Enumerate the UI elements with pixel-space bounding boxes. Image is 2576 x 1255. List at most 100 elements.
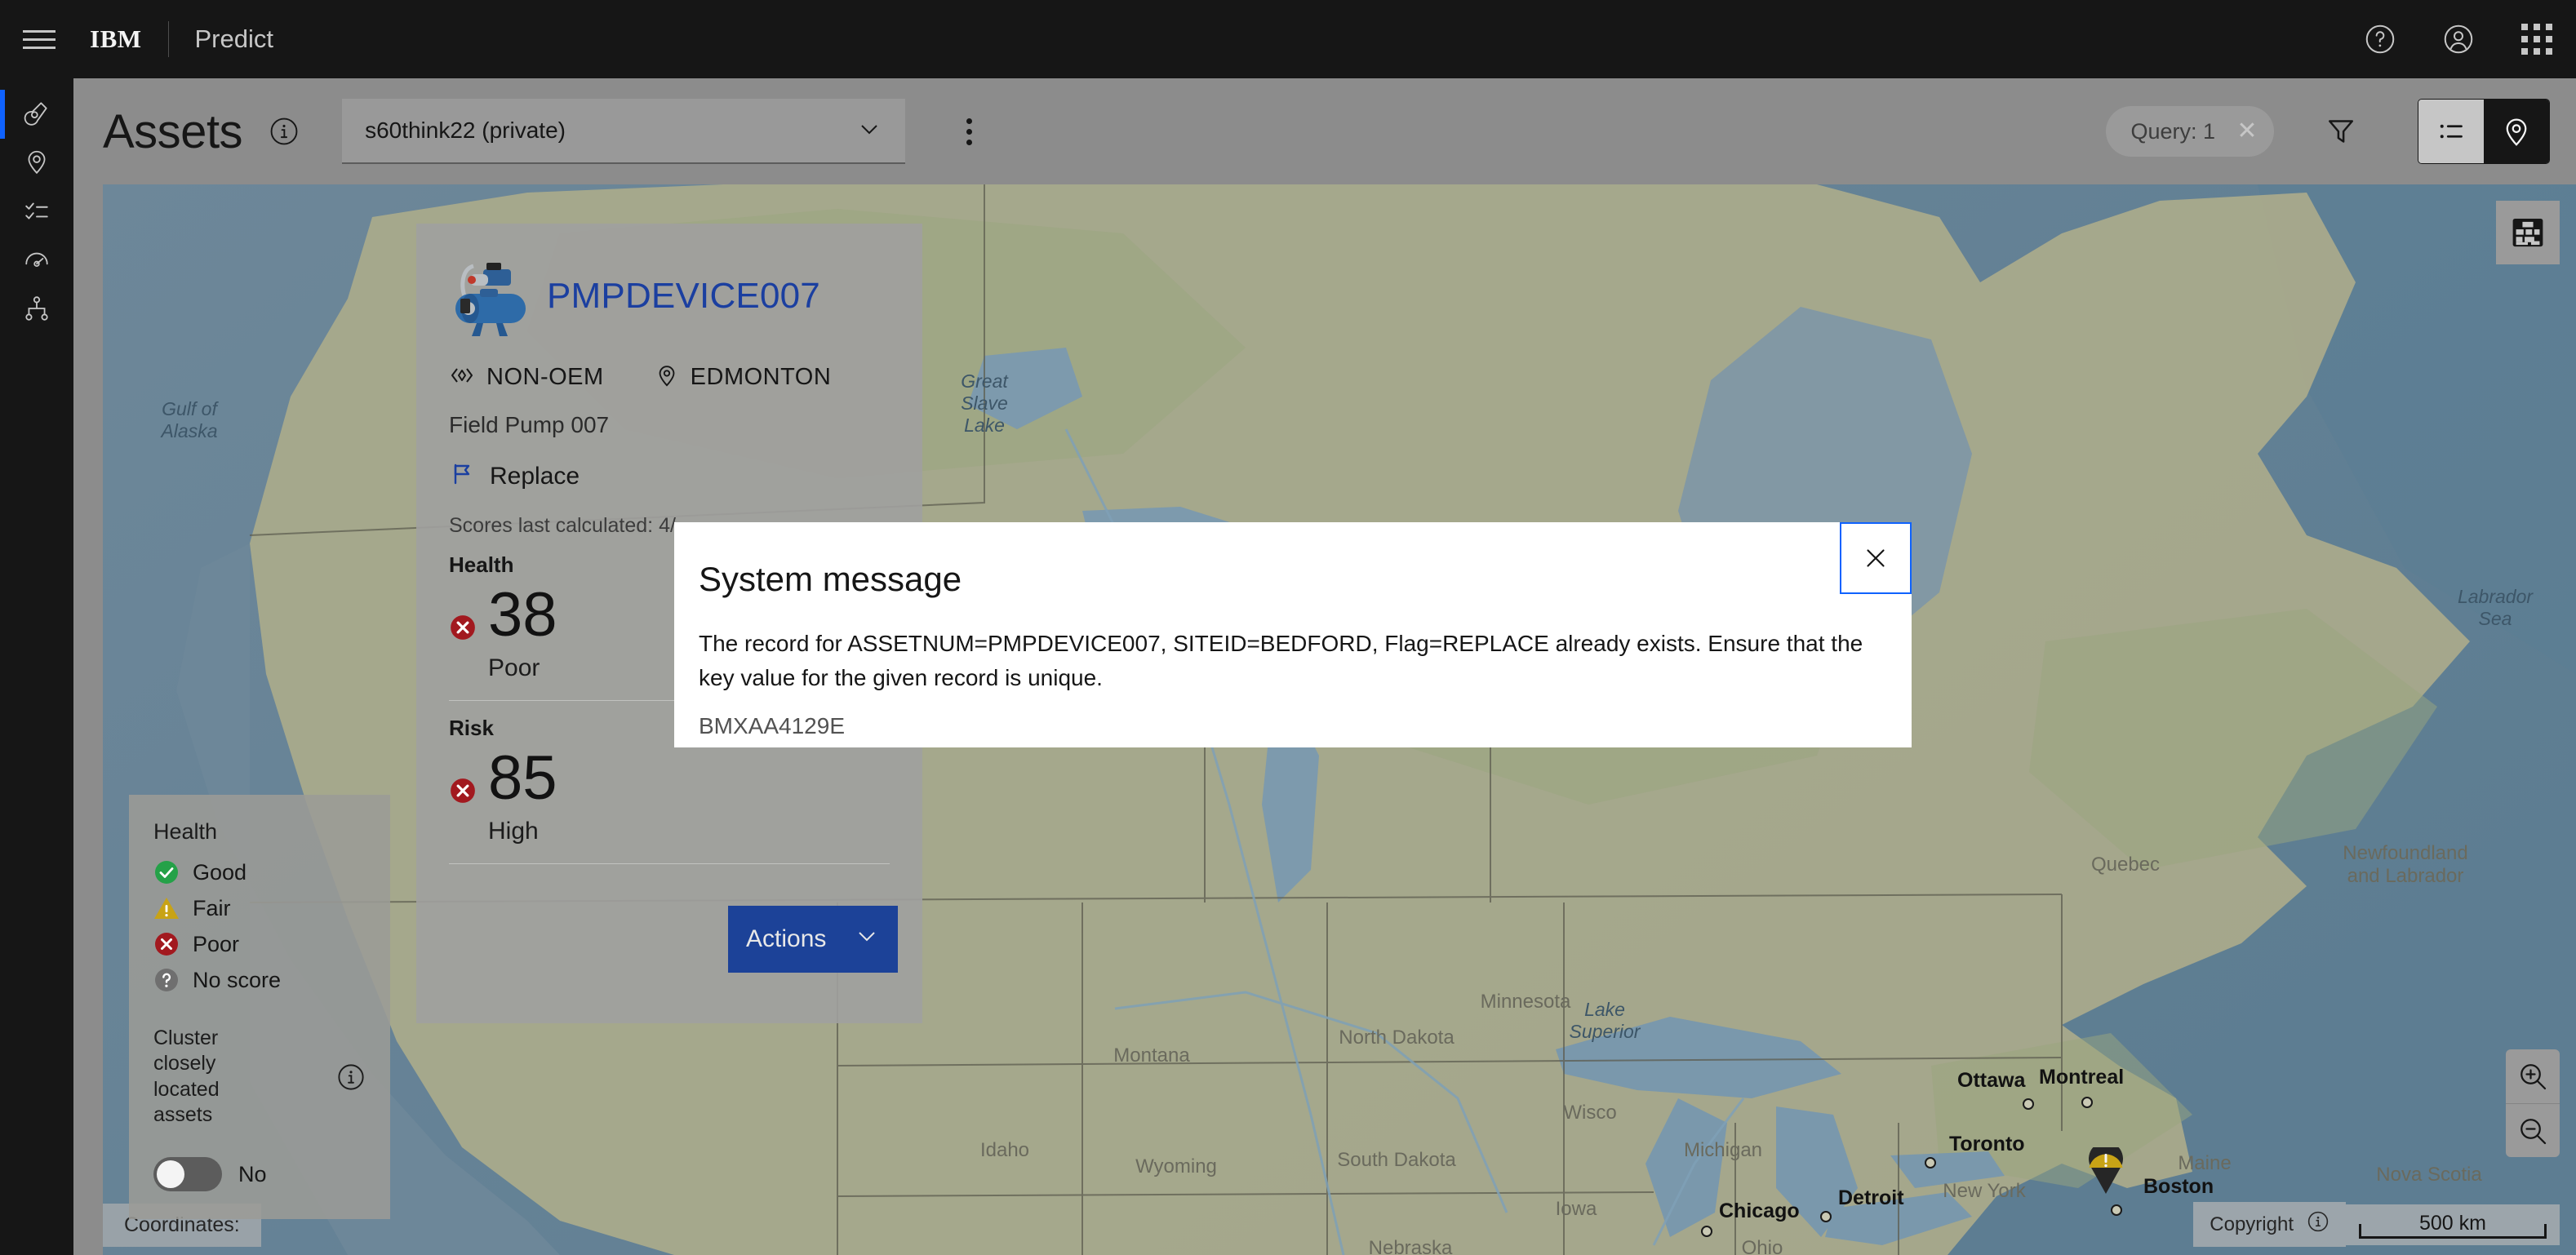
non-oem-icon — [449, 362, 475, 392]
page-title: Assets — [103, 104, 243, 158]
query-chip-label: Query: 1 — [2130, 118, 2215, 144]
cluster-toggle-row: No — [153, 1157, 366, 1191]
legend-label: Poor — [193, 931, 240, 956]
system-message-dialog: System message The record for ASSETNUM=P… — [674, 522, 1912, 747]
info-icon[interactable] — [336, 1062, 366, 1092]
cluster-toggle-value: No — [238, 1161, 267, 1186]
legend-label: Fair — [193, 895, 231, 920]
sidebar-item-assets[interactable] — [0, 90, 73, 139]
asset-description: Field Pump 007 — [449, 412, 610, 437]
basemap-gallery-icon[interactable] — [2496, 201, 2560, 264]
card-divider — [449, 863, 890, 864]
check-circle-icon — [153, 859, 180, 885]
filter-icon[interactable] — [2316, 107, 2365, 156]
product-name: Predict — [194, 24, 273, 53]
sidebar-item-locations[interactable] — [0, 139, 73, 188]
app-header: IBM Predict — [0, 0, 2576, 78]
copyright-label: Copyright — [2210, 1213, 2294, 1235]
close-icon[interactable] — [1840, 522, 1912, 594]
asset-location-label: EDMONTON — [690, 364, 832, 390]
health-label: Poor — [488, 654, 540, 681]
error-circle-icon — [449, 777, 477, 805]
dialog-message: The record for ASSETNUM=PMPDEVICE007, SI… — [699, 631, 1863, 690]
flag-icon — [449, 461, 475, 491]
view-toggle-group — [2418, 99, 2550, 164]
cluster-setting-row: Cluster closely located assets — [153, 1026, 366, 1128]
cluster-label: Cluster closely located assets — [153, 1027, 220, 1126]
cluster-toggle[interactable] — [153, 1157, 222, 1191]
risk-label: High — [488, 818, 539, 845]
map-asset-marker[interactable] — [2088, 1147, 2124, 1195]
actions-button-label: Actions — [746, 925, 827, 952]
asset-flag-label: Replace — [490, 462, 580, 490]
page-toolbar: Assets s60think22 (private) Query: 1 ✕ — [73, 78, 2576, 184]
map-city-dot — [1701, 1226, 1712, 1237]
asset-location: EDMONTON — [655, 363, 832, 392]
map-zoom-controls — [2506, 1049, 2560, 1157]
water-pump-image — [449, 251, 531, 341]
location-pin-icon — [655, 363, 679, 392]
chevron-down-icon — [854, 923, 880, 956]
query-filter-chip[interactable]: Query: 1 ✕ — [2106, 106, 2274, 157]
task-list-icon — [23, 197, 51, 228]
dialog-title: System message — [699, 560, 962, 598]
map-view-icon[interactable] — [2484, 100, 2549, 163]
map-city-dot — [2023, 1098, 2034, 1110]
chevron-down-icon — [856, 116, 882, 146]
map-attribution-bar: Copyright 500 km — [2193, 1202, 2560, 1247]
map-city-dot — [1820, 1211, 1832, 1222]
asset-type-label: NON-OEM — [486, 364, 604, 390]
hierarchy-icon — [23, 295, 51, 326]
info-icon[interactable] — [269, 116, 300, 147]
legend-item-fair: Fair — [153, 895, 366, 921]
legend-item-good: Good — [153, 859, 366, 885]
toggle-knob — [157, 1160, 184, 1188]
map-scale-label: 500 km — [2419, 1211, 2486, 1235]
map-city-dot — [2081, 1097, 2093, 1108]
map-scale-bar: 500 km — [2346, 1204, 2560, 1245]
app-switcher-icon[interactable] — [2498, 0, 2576, 78]
list-view-icon[interactable] — [2418, 100, 2484, 163]
warning-triangle-icon — [153, 895, 180, 921]
legend-label: No score — [193, 967, 282, 992]
help-icon[interactable] — [2341, 0, 2419, 78]
zoom-in-icon[interactable] — [2506, 1049, 2560, 1103]
asset-icon — [23, 99, 51, 131]
location-pin-icon — [23, 148, 51, 180]
asset-card-header: PMPDEVICE007 — [449, 251, 890, 341]
legend-item-no-score: No score — [153, 967, 366, 993]
site-selector[interactable]: s60think22 (private) — [342, 99, 906, 164]
gauge-icon — [23, 246, 51, 277]
error-circle-icon — [153, 931, 180, 957]
asset-type: NON-OEM — [449, 362, 604, 392]
header-actions — [2341, 0, 2576, 78]
user-avatar-icon[interactable] — [2419, 0, 2498, 78]
zoom-out-icon[interactable] — [2506, 1103, 2560, 1157]
health-value: 38 — [488, 580, 557, 650]
brand-ibm: IBM — [90, 24, 142, 53]
brand-divider — [167, 21, 169, 57]
legend-title: Health — [153, 819, 218, 844]
site-selector-value: s60think22 (private) — [365, 118, 566, 143]
map-city-dot — [1925, 1157, 1936, 1169]
actions-button[interactable]: Actions — [728, 906, 898, 973]
hamburger-menu-icon[interactable] — [0, 0, 78, 78]
close-icon[interactable]: ✕ — [2233, 118, 2261, 145]
map-legend-panel: Health Good Fair Poor No score Cluster c… — [129, 795, 390, 1219]
sidebar-item-performance[interactable] — [0, 237, 73, 286]
question-circle-icon — [153, 967, 180, 993]
legend-item-poor: Poor — [153, 931, 366, 957]
sidebar-item-worklist[interactable] — [0, 188, 73, 237]
map-city-dot — [2111, 1204, 2122, 1216]
left-sidebar-rail — [0, 78, 73, 1255]
toolbar-right-actions: Query: 1 ✕ — [2106, 99, 2576, 164]
copyright-button[interactable]: Copyright — [2193, 1202, 2346, 1247]
asset-flag-row: Replace — [449, 461, 890, 491]
sidebar-item-hierarchy[interactable] — [0, 286, 73, 335]
info-icon[interactable] — [2307, 1210, 2330, 1239]
asset-meta-row: NON-OEM EDMONTON — [449, 362, 890, 392]
dialog-error-code: BMXAA4129E — [699, 713, 845, 738]
risk-value: 85 — [488, 743, 557, 813]
overflow-menu-icon[interactable] — [946, 99, 992, 164]
asset-name-link[interactable]: PMPDEVICE007 — [547, 276, 820, 317]
